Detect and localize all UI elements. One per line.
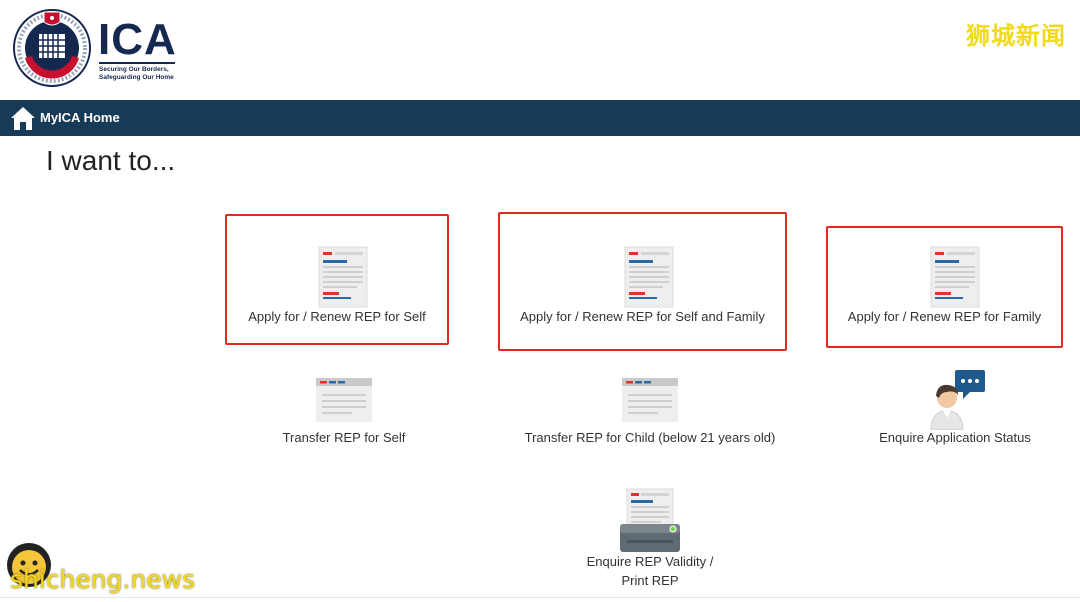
site-header: ICA Securing Our Borders, Safeguarding O… — [0, 0, 1080, 100]
tile-transfer-rep-child[interactable]: Transfer REP for Child (below 21 years o… — [510, 372, 790, 452]
home-icon[interactable] — [10, 105, 36, 131]
tile-enquire-application-status[interactable]: Enquire Application Status — [845, 366, 1065, 452]
tile-label: Transfer REP for Self — [282, 430, 406, 445]
logo-wordmark[interactable]: ICA — [98, 18, 177, 62]
ica-emblem-icon[interactable] — [12, 8, 92, 88]
browser-window-icon — [316, 378, 372, 422]
tile-apply-renew-family[interactable]: Apply for / Renew REP for Family — [828, 228, 1061, 346]
bottom-divider — [0, 597, 1080, 598]
tile-enquire-validity-print[interactable]: Enquire REP Validity / Print REP — [560, 488, 740, 592]
tile-label-line1: Enquire REP Validity / — [586, 554, 714, 569]
page-title: I want to... — [46, 145, 176, 176]
document-icon — [930, 246, 980, 308]
document-icon — [624, 246, 674, 308]
tile-apply-renew-self-family[interactable]: Apply for / Renew REP for Self and Famil… — [500, 214, 785, 349]
printer-icon — [620, 488, 680, 552]
tile-label: Apply for / Renew REP for Self and Famil… — [520, 309, 765, 324]
tile-label-line2: Print REP — [621, 573, 679, 588]
tile-transfer-rep-self[interactable]: Transfer REP for Self — [234, 372, 454, 452]
logo-tagline: Securing Our Borders, Safeguarding Our H… — [99, 66, 174, 81]
tile-label: Enquire Application Status — [879, 430, 1031, 445]
tile-label: Transfer REP for Child (below 21 years o… — [524, 430, 776, 445]
document-icon — [318, 246, 368, 308]
tile-apply-renew-self[interactable]: Apply for / Renew REP for Self — [227, 216, 447, 343]
myica-home-link[interactable]: MyICA Home — [40, 110, 120, 125]
tile-label: Apply for / Renew REP for Self — [248, 309, 426, 324]
logo-divider — [99, 62, 175, 64]
watermark-top: 狮城新闻 — [966, 22, 1066, 50]
person-chat-icon — [930, 370, 985, 430]
watermark-bottom: shicheng.news — [10, 565, 196, 594]
tile-label: Apply for / Renew REP for Family — [847, 309, 1042, 324]
browser-window-icon — [622, 378, 678, 422]
navbar: MyICA Home — [0, 100, 1080, 136]
